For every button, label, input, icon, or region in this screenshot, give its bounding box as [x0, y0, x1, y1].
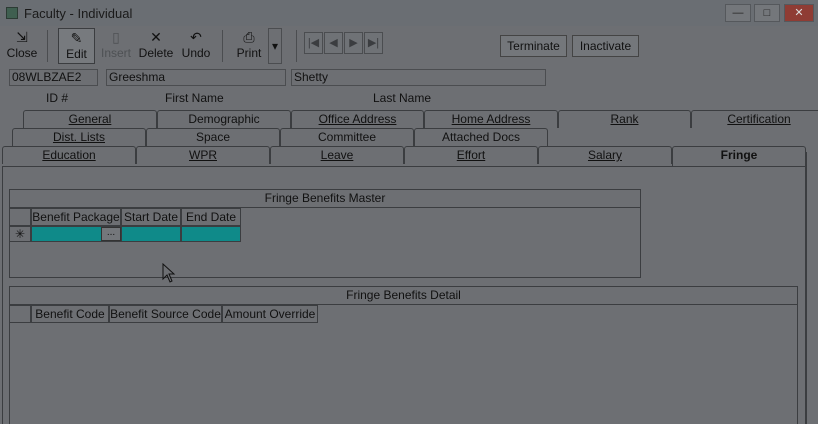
maximize-button[interactable]: □	[754, 4, 780, 22]
tab-space[interactable]: Space	[146, 128, 280, 146]
id-label: ID #	[46, 91, 69, 105]
tab-education[interactable]: Education	[2, 146, 136, 164]
print-dropdown-button[interactable]: ▾	[268, 28, 282, 64]
tab-leave[interactable]: Leave	[270, 146, 404, 164]
vertical-scrollbar[interactable]	[806, 152, 818, 424]
faculty-individual-window: Faculty - Individual — □ ✕ ⇲ Close ✎ Edi…	[0, 0, 818, 424]
delete-button-label: Delete	[138, 46, 174, 60]
toolbar-separator	[47, 30, 48, 62]
edit-button[interactable]: ✎ Edit	[58, 28, 95, 64]
terminate-button[interactable]: Terminate	[500, 35, 567, 57]
delete-button[interactable]: ✕ Delete	[137, 28, 175, 64]
benefit-package-lookup-button[interactable]: ...	[101, 227, 121, 241]
end-date-cell[interactable]	[181, 226, 241, 242]
print-button[interactable]: ⎙ Print	[230, 28, 268, 64]
title-bar: Faculty - Individual — □ ✕	[0, 0, 818, 26]
tab-rank[interactable]: Rank	[558, 110, 691, 128]
undo-button[interactable]: ↶ Undo	[178, 28, 214, 64]
toolbar: ⇲ Close ✎ Edit ▯ Insert ✕ Delete ↶ Undo …	[0, 26, 818, 66]
tab-committee[interactable]: Committee	[280, 128, 414, 146]
column-header-end-date[interactable]: End Date	[181, 208, 241, 226]
first-record-button[interactable]: |◀	[304, 32, 323, 54]
column-header-benefit-code[interactable]: Benefit Code	[31, 305, 109, 323]
last-record-button[interactable]: ▶|	[364, 32, 383, 54]
undo-button-label: Undo	[181, 46, 211, 60]
tab-effort[interactable]: Effort	[404, 146, 538, 164]
window-title: Faculty - Individual	[24, 6, 133, 21]
undo-arrow-icon: ↶	[190, 29, 202, 45]
tab-office-address[interactable]: Office Address	[291, 110, 424, 128]
last-name-label: Last Name	[373, 91, 432, 105]
tab-home-address[interactable]: Home Address	[424, 110, 558, 128]
new-row-marker-icon: ✳	[9, 226, 31, 242]
pencil-icon: ✎	[70, 30, 83, 46]
toolbar-separator	[296, 30, 297, 62]
start-date-cell[interactable]	[121, 226, 181, 242]
inactivate-button[interactable]: Inactivate	[572, 35, 639, 57]
x-mark-icon: ✕	[150, 29, 162, 45]
mouse-pointer-icon	[162, 263, 176, 283]
first-name-label: First Name	[165, 91, 224, 105]
column-header-amount-override[interactable]: Amount Override	[222, 305, 318, 323]
last-name-field[interactable]: Shetty	[291, 69, 546, 86]
first-name-field[interactable]: Greeshma	[106, 69, 286, 86]
insert-button-label: Insert	[100, 46, 131, 60]
new-document-icon: ▯	[112, 29, 120, 45]
id-field[interactable]: 08WLBZAE2	[9, 69, 98, 86]
close-button-label: Close	[6, 46, 38, 60]
insert-button[interactable]: ▯ Insert	[98, 28, 134, 64]
tab-dist-lists[interactable]: Dist. Lists	[12, 128, 146, 146]
tab-demographic[interactable]: Demographic	[157, 110, 291, 128]
toolbar-separator	[222, 30, 223, 62]
app-icon	[6, 7, 18, 19]
column-header-benefit-package[interactable]: Benefit Package	[31, 208, 121, 226]
close-button[interactable]: ⇲ Close	[4, 28, 40, 64]
minimize-button[interactable]: —	[725, 4, 751, 22]
printer-icon: ⎙	[243, 29, 255, 45]
column-header-start-date[interactable]: Start Date	[121, 208, 181, 226]
fringe-master-title: Fringe Benefits Master	[9, 189, 641, 208]
tab-salary[interactable]: Salary	[538, 146, 672, 164]
row-selector-header	[9, 305, 31, 323]
tab-attached-docs[interactable]: Attached Docs	[414, 128, 548, 146]
next-record-button[interactable]: ▶	[344, 32, 363, 54]
tab-fringe[interactable]: Fringe	[672, 146, 806, 167]
row-selector-header	[9, 208, 31, 226]
tab-wpr[interactable]: WPR	[136, 146, 270, 164]
print-button-label: Print	[236, 46, 262, 60]
previous-record-button[interactable]: ◀	[324, 32, 343, 54]
tab-general[interactable]: General	[23, 110, 157, 128]
edit-button-label: Edit	[66, 47, 87, 61]
tab-certification[interactable]: Certification	[691, 110, 818, 128]
exit-door-icon: ⇲	[16, 29, 28, 45]
fringe-detail-title: Fringe Benefits Detail	[9, 286, 798, 305]
column-header-benefit-source-code[interactable]: Benefit Source Code	[109, 305, 222, 323]
window-close-button[interactable]: ✕	[784, 4, 814, 22]
